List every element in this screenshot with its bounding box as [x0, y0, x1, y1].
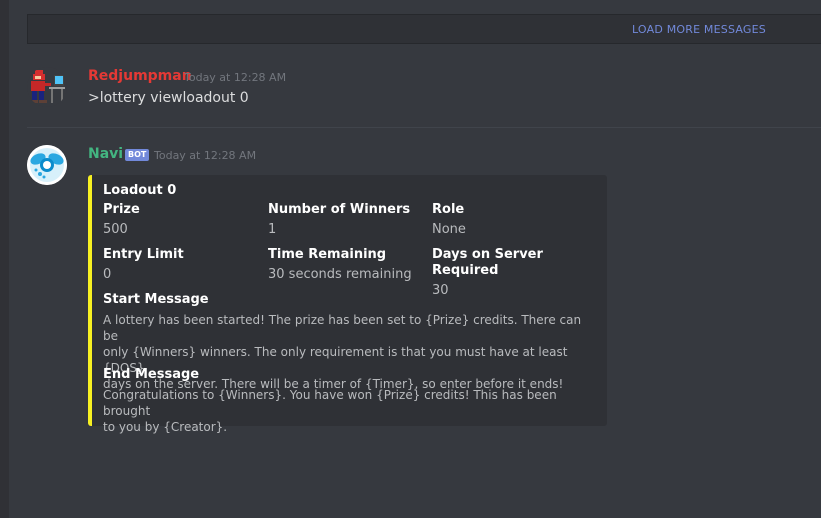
load-more-bar: LOAD MORE MESSAGES [27, 14, 821, 44]
field-name: Start Message [103, 292, 209, 307]
embed-field-prize: Prize 500 [103, 202, 263, 238]
embed-field-role: Role None [432, 202, 602, 238]
field-name: Number of Winners [268, 202, 411, 217]
message-timestamp: Today at 12:28 AM [154, 149, 257, 162]
bot-badge: BOT [125, 149, 150, 161]
field-value-line: A lottery has been started! The prize ha… [103, 313, 582, 343]
field-value: 0 [103, 267, 112, 282]
field-name: End Message [103, 367, 200, 382]
field-value: 500 [103, 222, 128, 237]
message-content: >lottery viewloadout 0 [88, 90, 249, 106]
field-value: Congratulations to {Winners}. You have w… [103, 387, 598, 435]
embed-title: Loadout 0 [103, 183, 177, 198]
field-value-line: to you by {Creator}. [103, 420, 228, 434]
message-author[interactable]: Redjumpman [88, 68, 192, 84]
field-name: Entry Limit [103, 247, 184, 262]
pixel-character-icon [27, 67, 67, 107]
field-value: 1 [268, 222, 277, 237]
field-name: Role [432, 202, 465, 217]
embed-field-time-remaining: Time Remaining 30 seconds remaining [268, 247, 428, 283]
message-divider [27, 127, 821, 128]
field-value: 30 seconds remaining [268, 267, 412, 282]
avatar[interactable] [27, 145, 67, 185]
embed-field-end-message: End Message Congratulations to {Winners}… [103, 367, 598, 435]
field-name: Days on Server Required [432, 247, 543, 278]
field-name: Prize [103, 202, 140, 217]
field-name: Time Remaining [268, 247, 387, 262]
embed: Loadout 0 Prize 500 Number of Winners 1 … [88, 175, 607, 434]
left-gutter [0, 0, 9, 518]
field-value-line: Congratulations to {Winners}. You have w… [103, 388, 557, 418]
navi-fairy-icon [27, 145, 67, 185]
field-value: None [432, 222, 466, 237]
embed-field-entry-limit: Entry Limit 0 [103, 247, 263, 283]
message-author[interactable]: Navi [88, 146, 123, 162]
avatar[interactable] [27, 67, 67, 107]
embed-field-number-of-winners: Number of Winners 1 [268, 202, 428, 238]
load-more-messages-link[interactable]: LOAD MORE MESSAGES [632, 23, 766, 36]
message-timestamp: Today at 12:28 AM [184, 71, 287, 84]
